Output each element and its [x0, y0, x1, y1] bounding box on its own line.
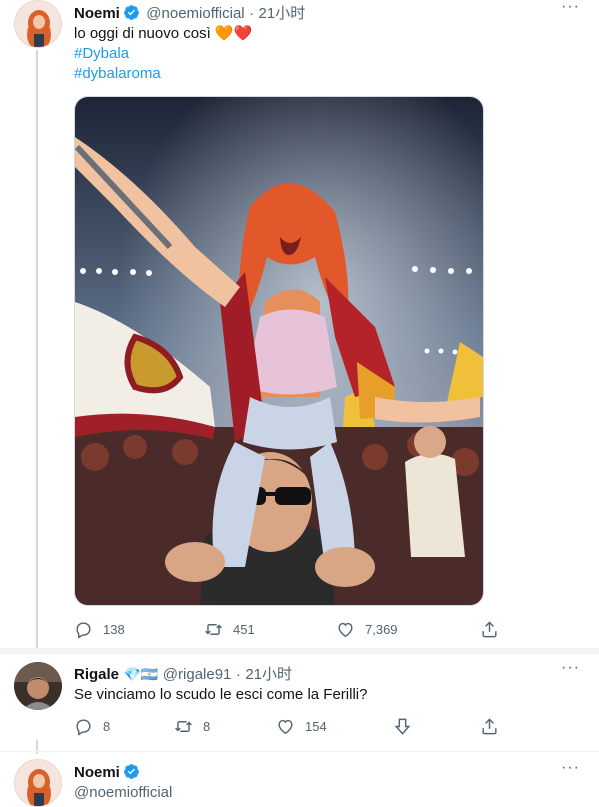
- share-icon: [482, 718, 497, 735]
- reply-count: 8: [103, 719, 111, 734]
- more-dots-icon[interactable]: ···: [561, 659, 580, 677]
- timestamp[interactable]: 21小时: [259, 5, 306, 22]
- retweet-button[interactable]: 451: [204, 620, 255, 639]
- author-badges: 💎🇦🇷: [123, 666, 159, 682]
- reply-icon: [76, 622, 91, 639]
- heart-icon: [278, 719, 293, 735]
- hashtag-dybalaroma[interactable]: #dybalaroma: [74, 63, 161, 84]
- author-handle[interactable]: @rigale91: [163, 666, 232, 683]
- more-dots-icon[interactable]: ···: [561, 759, 580, 777]
- avatar[interactable]: [14, 0, 62, 48]
- reply-button[interactable]: 138: [74, 620, 125, 639]
- like-button[interactable]: 154: [276, 717, 327, 736]
- separator: ·: [249, 5, 255, 22]
- hashtag-dybala[interactable]: #Dybala: [74, 43, 129, 64]
- tweet-text: Se vinciamo lo scudo le esci come la Fer…: [74, 686, 368, 703]
- separator-band: [0, 648, 599, 654]
- verified-badge-icon: [123, 763, 140, 785]
- share-button[interactable]: [480, 620, 499, 639]
- downvote-icon: [394, 718, 411, 735]
- tweet-photo[interactable]: [74, 96, 484, 606]
- reply-icon: [76, 719, 91, 736]
- like-button[interactable]: 7,369: [336, 620, 398, 639]
- retweet-icon: [175, 721, 192, 732]
- author-handle[interactable]: @noemiofficial: [74, 784, 172, 801]
- retweet-count: 8: [203, 719, 211, 734]
- retweet-icon: [205, 624, 222, 635]
- author-name[interactable]: Noemi: [74, 764, 120, 781]
- avatar[interactable]: [14, 662, 62, 710]
- share-icon: [482, 621, 497, 638]
- retweet-button[interactable]: 8: [174, 717, 210, 736]
- like-count: 7,369: [365, 622, 398, 637]
- timestamp[interactable]: 21小时: [245, 666, 292, 683]
- share-button[interactable]: [480, 717, 499, 736]
- author-handle[interactable]: @noemiofficial: [146, 5, 244, 22]
- more-dots-icon[interactable]: ···: [561, 0, 580, 16]
- author-name[interactable]: Rigale: [74, 666, 119, 683]
- reply-count: 138: [103, 622, 125, 637]
- avatar[interactable]: [14, 759, 62, 807]
- divider: [0, 751, 599, 752]
- separator: ·: [235, 666, 241, 683]
- thread-line: [36, 50, 38, 648]
- retweet-count: 451: [233, 622, 255, 637]
- like-count: 154: [305, 719, 327, 734]
- author-name[interactable]: Noemi: [74, 5, 120, 22]
- downvote-button[interactable]: [393, 717, 412, 736]
- reply-button[interactable]: 8: [74, 717, 110, 736]
- heart-icon: [338, 622, 353, 638]
- tweet-text: lo oggi di nuovo così 🧡❤️: [74, 25, 253, 42]
